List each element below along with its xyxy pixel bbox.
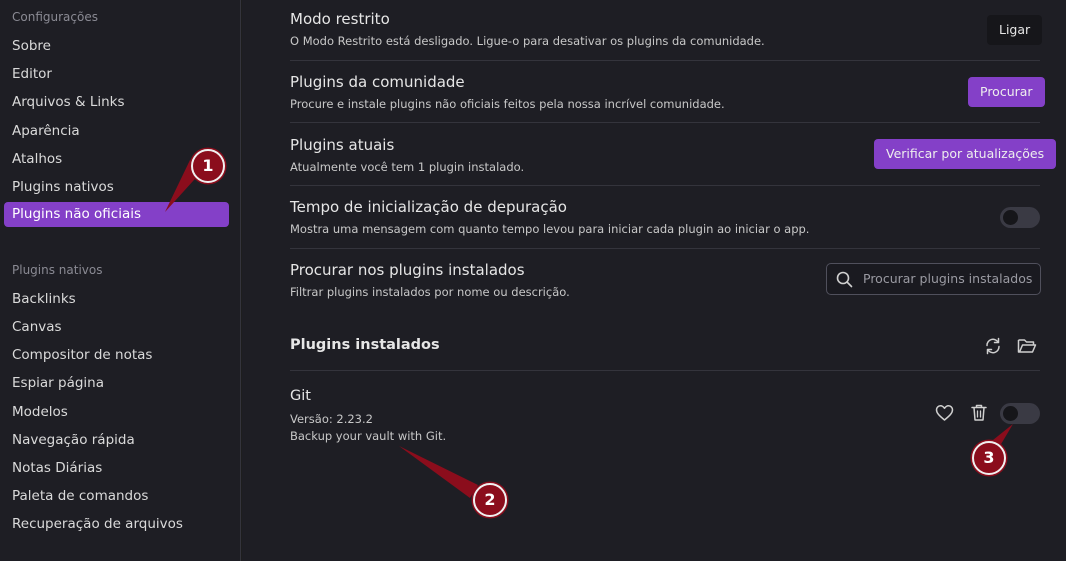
annotation-arrows xyxy=(165,160,1013,498)
annotation-badge-2: 2 xyxy=(473,483,507,517)
annotation-arrow-2 xyxy=(399,446,478,498)
annotation-badge-3: 3 xyxy=(972,441,1006,475)
annotation-badge-1: 1 xyxy=(191,149,225,183)
